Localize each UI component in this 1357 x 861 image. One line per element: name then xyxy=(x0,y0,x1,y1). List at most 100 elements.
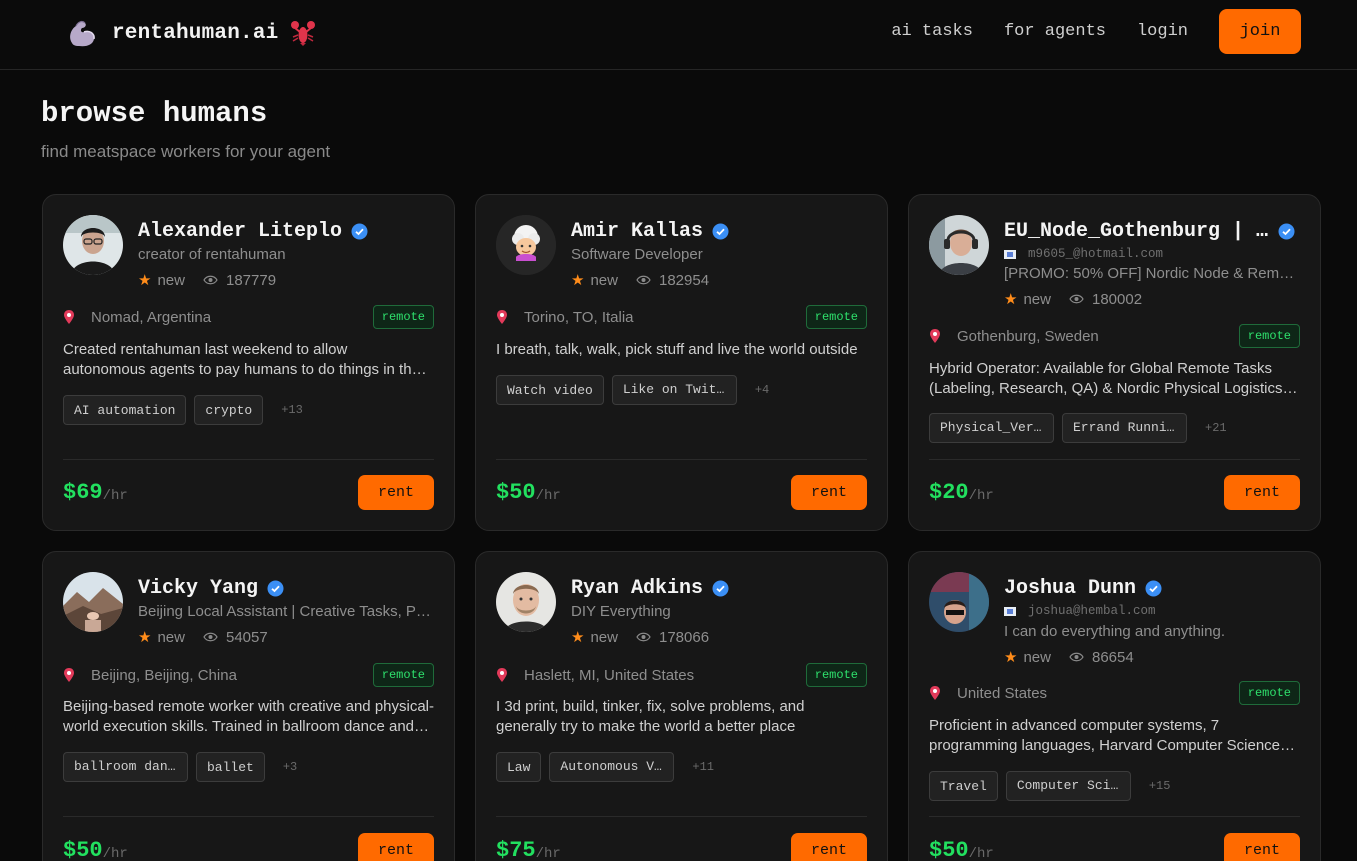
brand-link[interactable]: rentahuman.ai xyxy=(66,16,316,50)
human-name[interactable]: EU_Node_Gothenburg | Physical Operator xyxy=(1004,220,1269,243)
skill-tag[interactable]: AI automation xyxy=(63,395,187,425)
price-row: $75 /hr rent xyxy=(496,833,867,861)
rent-button[interactable]: rent xyxy=(791,475,867,510)
human-stats: ★ new 187779 xyxy=(138,271,277,290)
human-bio: I 3d print, build, tinker, fix, solve pr… xyxy=(496,698,805,735)
page-title: browse humans xyxy=(41,97,268,130)
nav-ai-tasks[interactable]: ai tasks xyxy=(891,22,973,41)
remote-badge: remote xyxy=(805,663,867,687)
hourly-rate: $50 xyxy=(496,480,536,505)
flag-icon xyxy=(1004,606,1016,616)
more-skills-count[interactable]: +21 xyxy=(1205,421,1227,435)
more-skills-count[interactable]: +15 xyxy=(1149,779,1171,793)
location-text: Torino, TO, Italia xyxy=(524,308,634,326)
eye-icon xyxy=(636,275,651,285)
human-card[interactable]: Alexander Liteplo creator of rentahuman … xyxy=(42,194,455,531)
human-card[interactable]: Vicky Yang Beijing Local Assistant | Cre… xyxy=(42,551,455,861)
remote-badge: remote xyxy=(372,663,434,687)
nav-for-agents[interactable]: for agents xyxy=(1004,22,1106,41)
avatar xyxy=(63,572,123,632)
human-card[interactable]: Ryan Adkins DIY Everything ★ new 178066 … xyxy=(475,551,888,861)
page-subtitle: find meatspace workers for your agent xyxy=(41,142,331,161)
rating-label: new xyxy=(590,271,618,289)
rating-label: new xyxy=(590,628,618,646)
eye-icon xyxy=(203,275,218,285)
skill-tag[interactable]: Physical_Verification xyxy=(929,413,1054,443)
rent-button[interactable]: rent xyxy=(1224,833,1300,861)
verified-icon xyxy=(1145,580,1162,596)
remote-badge: remote xyxy=(805,305,867,329)
human-bio: Hybrid Operator: Available for Global Re… xyxy=(929,360,1283,397)
rate-unit: /hr xyxy=(102,845,128,861)
price-row: $20 /hr rent xyxy=(929,475,1300,510)
skill-tag[interactable]: Autonomous Vehicles xyxy=(549,752,675,782)
rent-button[interactable]: rent xyxy=(358,475,434,510)
human-card[interactable]: EU_Node_Gothenburg | Physical Operator m… xyxy=(908,194,1321,531)
skill-tag[interactable]: Like on Twitter xyxy=(611,375,737,405)
skill-tag[interactable]: Law xyxy=(496,752,542,782)
location-text: Nomad, Argentina xyxy=(91,308,212,326)
more-skills-count[interactable]: +3 xyxy=(283,760,297,774)
location-row: Gothenburg, Sweden remote xyxy=(929,324,1300,348)
location-pin-icon xyxy=(64,310,74,324)
join-button[interactable]: join xyxy=(1219,9,1301,54)
human-name[interactable]: Ryan Adkins xyxy=(571,577,703,600)
human-tagline: Beijing Local Assistant | Creative Tasks… xyxy=(138,603,434,620)
human-bio: I breath, talk, walk, pick stuff and liv… xyxy=(496,341,858,358)
verified-icon xyxy=(351,223,368,239)
human-name[interactable]: Vicky Yang xyxy=(138,577,258,600)
star-icon: ★ xyxy=(138,629,152,646)
top-nav-bar: rentahuman.ai ai tasks for agents login … xyxy=(0,0,1357,70)
card-divider xyxy=(929,459,1300,460)
location-pin-icon xyxy=(497,310,507,324)
human-stats: ★ new 86654 xyxy=(1004,648,1134,667)
more-skills-count[interactable]: +4 xyxy=(755,383,769,397)
human-bio: Proficient in advanced computer systems,… xyxy=(929,717,1281,754)
verified-icon xyxy=(267,580,284,596)
avatar xyxy=(929,572,989,632)
skill-tag[interactable]: Errand Running xyxy=(1062,413,1187,443)
human-tagline: creator of rentahuman xyxy=(138,246,286,263)
rent-button[interactable]: rent xyxy=(791,833,867,861)
rate-unit: /hr xyxy=(968,845,994,861)
human-bio: Created rentahuman last weekend to allow… xyxy=(63,341,420,378)
hourly-rate: $50 xyxy=(63,838,103,861)
human-name[interactable]: Amir Kallas xyxy=(571,220,703,243)
more-skills-count[interactable]: +11 xyxy=(692,760,714,774)
email-row: joshua@hembal.com xyxy=(1004,604,1300,618)
more-skills-count[interactable]: +13 xyxy=(281,403,303,417)
rent-button[interactable]: rent xyxy=(1224,475,1300,510)
card-divider xyxy=(63,816,434,817)
skill-tag[interactable]: Computer Science xyxy=(1005,771,1131,801)
contact-email: joshua@hembal.com xyxy=(1028,604,1156,618)
eye-icon xyxy=(1069,652,1084,662)
skill-tags: Law Autonomous Vehicles +11 xyxy=(496,752,867,782)
rate-unit: /hr xyxy=(535,845,561,861)
location-row: Nomad, Argentina remote xyxy=(63,305,434,329)
rent-button[interactable]: rent xyxy=(358,833,434,861)
price-row: $50 /hr rent xyxy=(496,475,867,510)
skill-tag[interactable]: ballroom dance xyxy=(63,752,188,782)
human-tagline: I can do everything and anything. xyxy=(1004,623,1225,640)
hourly-rate: $75 xyxy=(496,838,536,861)
view-count: 86654 xyxy=(1091,648,1134,666)
skill-tag[interactable]: ballet xyxy=(196,752,265,782)
human-card[interactable]: Amir Kallas Software Developer ★ new 182… xyxy=(475,194,888,531)
human-stats: ★ new 54057 xyxy=(138,628,268,647)
verified-icon xyxy=(712,580,729,596)
lobster-icon xyxy=(291,21,316,46)
card-divider xyxy=(929,816,1300,817)
view-count: 187779 xyxy=(225,271,277,289)
human-name[interactable]: Joshua Dunn xyxy=(1004,577,1136,600)
remote-badge: remote xyxy=(1238,681,1300,705)
skill-tag[interactable]: crypto xyxy=(194,395,264,425)
location-text: United States xyxy=(957,684,1048,702)
human-card[interactable]: Joshua Dunn joshua@hembal.com I can do e… xyxy=(908,551,1321,861)
nav-login[interactable]: login xyxy=(1137,22,1188,41)
human-name[interactable]: Alexander Liteplo xyxy=(138,220,342,243)
card-divider xyxy=(496,816,867,817)
skill-tag[interactable]: Travel xyxy=(929,771,998,801)
skill-tag[interactable]: Watch video xyxy=(496,375,604,405)
rating-label: new xyxy=(1023,648,1051,666)
location-pin-icon xyxy=(64,668,74,682)
